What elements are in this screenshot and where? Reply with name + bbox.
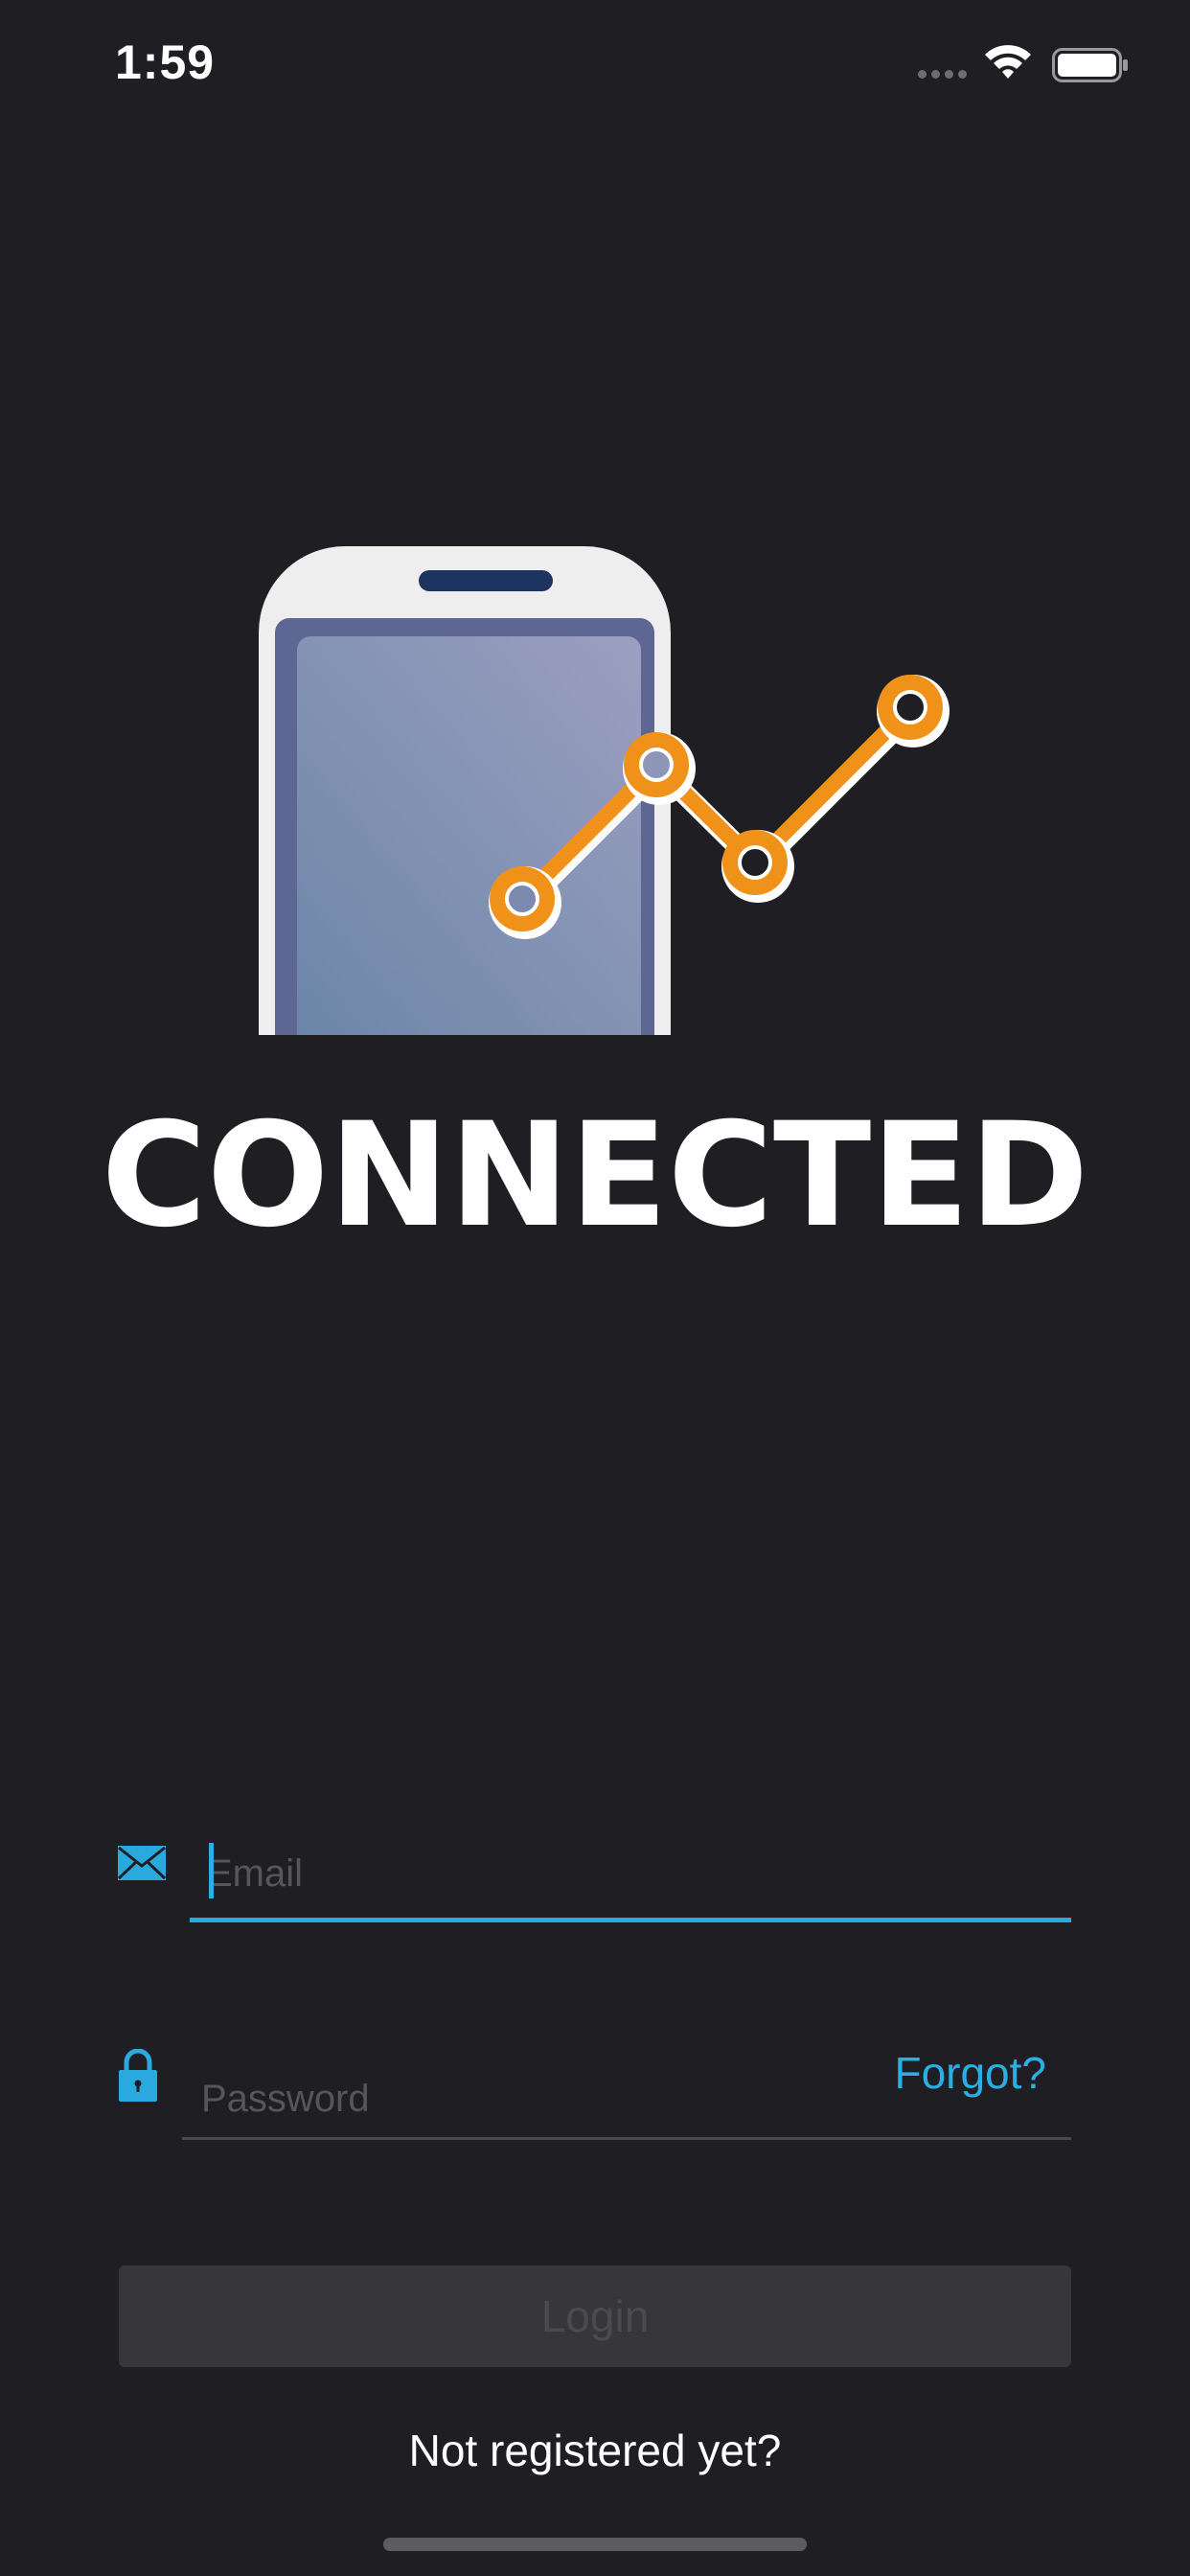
home-indicator: [383, 2538, 807, 2551]
status-time: 1:59: [115, 35, 216, 89]
battery-icon: [1052, 48, 1128, 82]
lock-icon: [119, 2049, 157, 2102]
email-underline: [190, 1918, 1071, 1922]
status-bar: 1:59: [0, 0, 1190, 126]
password-field-row: Forgot?: [0, 2039, 1190, 2145]
brand-title: CONNECTED: [101, 1092, 1089, 1259]
email-field-row: [0, 1826, 1190, 1931]
text-caret: [209, 1843, 214, 1898]
login-button[interactable]: Login: [119, 2266, 1071, 2367]
envelope-icon: [117, 1846, 167, 1880]
register-link[interactable]: Not registered yet?: [0, 2425, 1190, 2476]
email-input[interactable]: [207, 1845, 1069, 1902]
wifi-icon: [985, 45, 1031, 79]
hero-illustration: [259, 546, 950, 1035]
forgot-password-link[interactable]: Forgot?: [894, 2047, 1046, 2099]
password-underline: [182, 2137, 1071, 2140]
password-input[interactable]: [201, 2070, 853, 2128]
cellular-signal-icon: [918, 70, 967, 79]
